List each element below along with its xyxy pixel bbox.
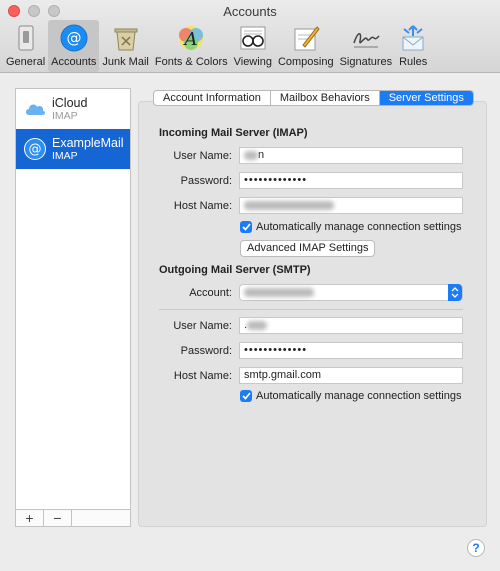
help-button[interactable]: ? [467,539,485,557]
toolbar-fonts-colors[interactable]: A Fonts & Colors [152,20,231,72]
outgoing-password-field[interactable]: ••••••••••••• [239,342,463,359]
incoming-user-label: User Name: [173,150,232,162]
pencil-icon [294,26,320,51]
checkbox-checked[interactable] [240,221,252,233]
toolbar-signatures[interactable]: Signatures [337,20,396,72]
at-sign-icon: @ [24,138,46,160]
advanced-imap-settings-button[interactable]: Advanced IMAP Settings [240,240,376,257]
add-account-button[interactable]: + [16,510,44,526]
redacted-text [244,200,334,210]
signature-icon [353,33,380,48]
tab-server-settings[interactable]: Server Settings [379,91,473,105]
outgoing-heading: Outgoing Mail Server (SMTP) [159,264,311,276]
cloud-icon [24,98,46,120]
redacted-text [244,150,258,160]
outgoing-password-label: Password: [180,345,232,357]
outgoing-host-field[interactable]: smtp.gmail.com [239,367,463,384]
tab-mailbox-behaviors[interactable]: Mailbox Behaviors [271,91,380,105]
incoming-host-label: Host Name: [173,200,232,212]
title-bar: Accounts General @ Accounts Junk Mail A … [0,0,500,73]
chevron-updown-icon [448,284,462,301]
incoming-host-field[interactable] [239,197,463,214]
incoming-password-field[interactable]: ••••••••••••• [239,172,463,189]
outgoing-account-label: Account: [189,287,232,299]
outgoing-user-label: User Name: [173,320,232,332]
divider [159,309,463,310]
checkbox-checked[interactable] [240,390,252,402]
incoming-auto-manage[interactable]: Automatically manage connection settings [240,221,461,233]
toolbar-general[interactable]: General [3,20,48,72]
window-title: Accounts [223,4,277,19]
account-item-examplemail[interactable]: @ ExampleMail IMAP [16,129,130,169]
preferences-window: Accounts General @ Accounts Junk Mail A … [0,0,500,571]
accounts-list: iCloud IMAP @ ExampleMail IMAP [15,88,131,510]
smtp-account-select[interactable] [239,284,463,301]
account-tabs: Account Information Mailbox Behaviors Se… [153,90,474,106]
redacted-text [244,288,314,298]
outgoing-auto-manage[interactable]: Automatically manage connection settings [240,390,461,402]
toolbar-viewing[interactable]: Viewing [231,20,275,72]
font-icon: A [179,26,204,50]
toolbar-rules[interactable]: Rules [395,20,431,72]
incoming-user-field[interactable]: n [239,147,463,164]
toolbar-accounts[interactable]: @ Accounts [48,20,100,72]
trash-bin-icon [114,28,138,51]
outgoing-host-label: Host Name: [173,370,232,382]
envelope-arrows-icon [402,25,424,51]
tab-account-information[interactable]: Account Information [154,91,271,105]
redacted-text [247,320,268,330]
at-sign-icon: @ [60,24,88,52]
incoming-heading: Incoming Mail Server (IMAP) [159,127,308,139]
account-item-icloud[interactable]: iCloud IMAP [16,89,130,129]
settings-panel [138,101,487,527]
svg-text:@: @ [66,29,81,47]
preferences-toolbar: General @ Accounts Junk Mail A Fonts & C… [3,20,431,72]
account-list-controls: + − [15,509,131,527]
toolbar-composing[interactable]: Composing [275,20,337,72]
switch-icon [18,25,34,51]
toolbar-junk-mail[interactable]: Junk Mail [99,20,151,72]
incoming-password-label: Password: [180,175,232,187]
glasses-icon [240,26,266,50]
svg-text:A: A [183,29,198,50]
remove-account-button[interactable]: − [44,510,72,526]
outgoing-user-field[interactable]: . [239,317,463,334]
